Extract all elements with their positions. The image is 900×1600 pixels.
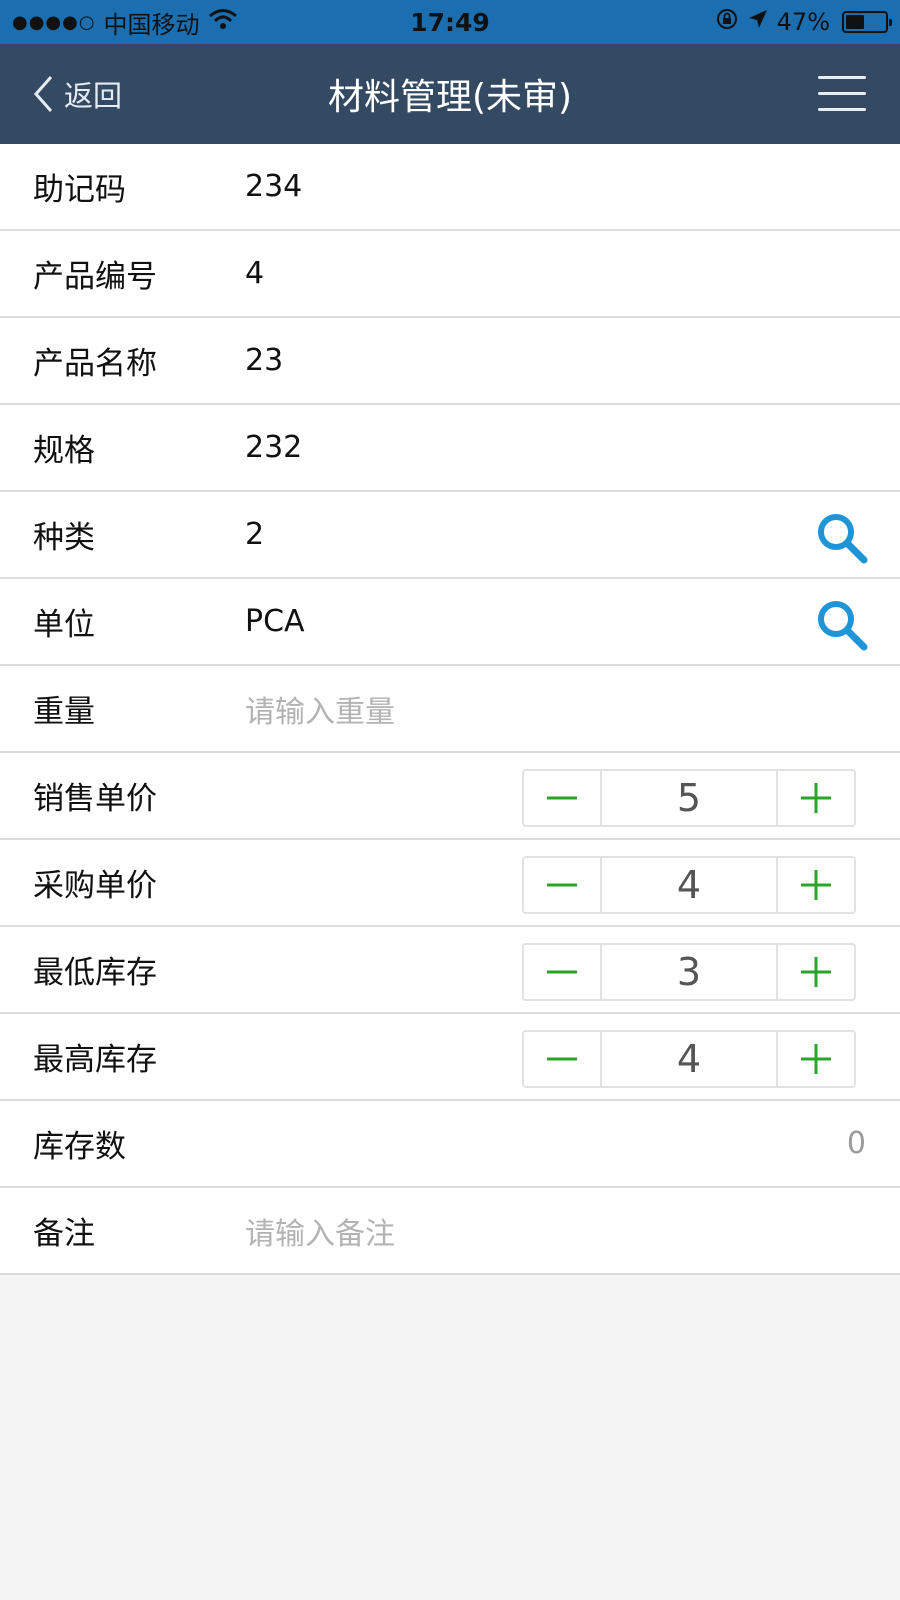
battery-percent: 47% (776, 8, 830, 36)
unit-field[interactable]: PCA (245, 604, 305, 639)
purchase-price-label: 采购单价 (33, 868, 157, 904)
weight-label: 重量 (33, 694, 95, 730)
material-form: 助记码 234 产品编号 4 产品名称 23 规格 232 种类 2 单位 PC… (0, 144, 900, 1275)
status-bar: ●●●●○ 中国移动 17:49 47% (0, 0, 900, 44)
battery-icon (842, 11, 892, 33)
plus-icon (801, 957, 831, 987)
category-field[interactable]: 2 (245, 517, 264, 552)
weight-row[interactable]: 重量 请输入重量 (0, 666, 900, 753)
remark-input[interactable]: 请输入备注 (245, 1209, 395, 1253)
sale-price-row: 销售单价 5 (0, 753, 900, 840)
wifi-icon (208, 8, 238, 36)
product-name-field[interactable]: 23 (245, 343, 283, 378)
max-stock-value[interactable]: 4 (600, 1032, 778, 1086)
max-stock-stepper: 4 (522, 1030, 856, 1088)
menu-line (818, 92, 866, 95)
purchase-price-stepper: 4 (522, 856, 856, 914)
remark-row[interactable]: 备注 请输入备注 (0, 1188, 900, 1275)
minus-icon (547, 1057, 577, 1061)
menu-line (818, 108, 866, 111)
page-title: 材料管理(未审) (327, 77, 573, 118)
back-label: 返回 (64, 79, 123, 113)
location-arrow-icon (747, 8, 769, 36)
minus-icon (547, 883, 577, 887)
menu-line (818, 76, 866, 79)
min-stock-row: 最低库存 3 (0, 927, 900, 1014)
purchase-price-value[interactable]: 4 (600, 858, 778, 912)
battery-level-fill (846, 15, 864, 29)
spec-field[interactable]: 232 (245, 430, 302, 465)
decrement-button[interactable] (524, 858, 600, 912)
minus-icon (547, 796, 577, 800)
purchase-price-row: 采购单价 4 (0, 840, 900, 927)
mnemonic-label: 助记码 (33, 172, 126, 208)
stock-count-label: 库存数 (33, 1129, 126, 1165)
sale-price-value[interactable]: 5 (600, 771, 778, 825)
category-label: 种类 (33, 520, 95, 556)
increment-button[interactable] (778, 945, 854, 999)
decrement-button[interactable] (524, 945, 600, 999)
sale-price-stepper: 5 (522, 769, 856, 827)
nav-bar: 返回 材料管理(未审) (0, 44, 900, 144)
spec-row[interactable]: 规格 232 (0, 405, 900, 492)
min-stock-stepper: 3 (522, 943, 856, 1001)
mnemonic-row[interactable]: 助记码 234 (0, 144, 900, 231)
status-right: 47% (715, 7, 892, 37)
sale-price-label: 销售单价 (33, 781, 157, 817)
max-stock-label: 最高库存 (33, 1042, 157, 1078)
product-code-label: 产品编号 (33, 259, 157, 295)
decrement-button[interactable] (524, 1032, 600, 1086)
increment-button[interactable] (778, 771, 854, 825)
signal-dots-icon: ●●●●○ (12, 11, 96, 33)
increment-button[interactable] (778, 858, 854, 912)
stock-count-value: 0 (846, 1126, 866, 1161)
product-code-field[interactable]: 4 (245, 256, 264, 291)
max-stock-row: 最高库存 4 (0, 1014, 900, 1101)
unit-row[interactable]: 单位 PCA (0, 579, 900, 666)
min-stock-value[interactable]: 3 (600, 945, 778, 999)
hamburger-menu-icon[interactable] (818, 76, 866, 112)
product-code-row[interactable]: 产品编号 4 (0, 231, 900, 318)
status-left: ●●●●○ 中国移动 (12, 5, 238, 40)
remark-label: 备注 (33, 1216, 95, 1252)
mnemonic-field[interactable]: 234 (245, 169, 302, 204)
plus-icon (801, 783, 831, 813)
unit-label: 单位 (33, 607, 95, 643)
carrier-name: 中国移动 (103, 10, 200, 39)
plus-icon (801, 1044, 831, 1074)
product-name-label: 产品名称 (33, 346, 157, 382)
increment-button[interactable] (778, 1032, 854, 1086)
weight-input[interactable]: 请输入重量 (245, 687, 395, 731)
search-icon[interactable] (814, 510, 870, 566)
chevron-left-icon (32, 74, 54, 114)
spec-label: 规格 (33, 433, 95, 469)
back-button[interactable]: 返回 (32, 44, 122, 144)
minus-icon (547, 970, 577, 974)
product-name-row[interactable]: 产品名称 23 (0, 318, 900, 405)
decrement-button[interactable] (524, 771, 600, 825)
search-icon[interactable] (814, 597, 870, 653)
category-row[interactable]: 种类 2 (0, 492, 900, 579)
plus-icon (801, 870, 831, 900)
min-stock-label: 最低库存 (33, 955, 157, 991)
stock-count-row: 库存数 0 (0, 1101, 900, 1188)
rotation-lock-icon (715, 7, 739, 37)
